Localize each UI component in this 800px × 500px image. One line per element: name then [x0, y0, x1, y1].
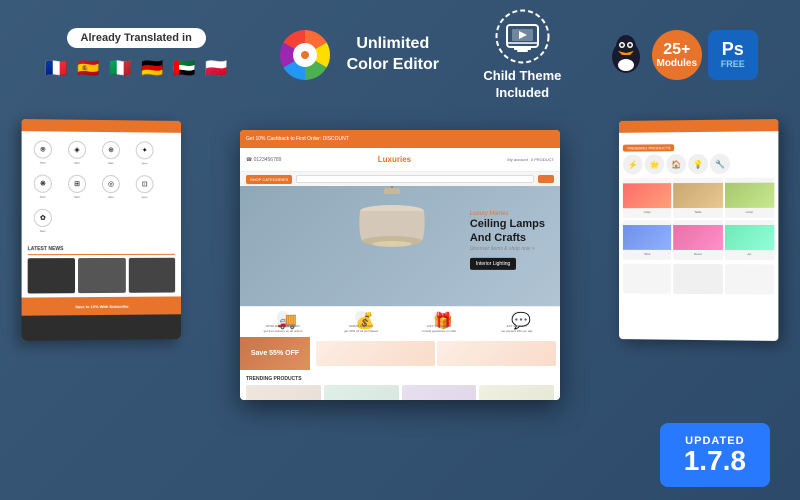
feature-translated: Already Translated in 🇫🇷 🇪🇸 🇮🇹 🇩🇪 🇦🇪 🇵🇱 — [42, 28, 230, 82]
screenshot-left: ⊗Item ◈Item ⊕Item ✦Item ❋Item ⊞Item ◎Ite… — [22, 119, 181, 341]
child-theme-text: Child Theme Included — [483, 68, 561, 102]
sc-logo: Luxuries — [378, 155, 411, 164]
sc-promo-left: Save 55% OFF — [240, 337, 310, 370]
sc-left-footer — [22, 314, 181, 341]
updated-version: 1.7.8 — [684, 447, 746, 475]
sc-left-news-title: LATEST NEWS — [28, 246, 175, 255]
sc-top-bar: Get 10% Cashback to First Order: DISCOUN… — [240, 130, 560, 148]
flag-pl: 🇵🇱 — [202, 54, 230, 82]
ps-badge: Ps FREE — [708, 30, 758, 80]
updated-badge: UPDATED 1.7.8 — [660, 423, 770, 487]
child-theme-icon — [495, 9, 550, 64]
sc-promo-section: Save 55% OFF — [240, 337, 560, 372]
screenshots-section: ⊗Item ◈Item ⊕Item ✦Item ❋Item ⊞Item ◎Ite… — [0, 110, 800, 420]
screenshot-center: Get 10% Cashback to First Order: DISCOUN… — [240, 130, 560, 400]
sc-search: SHOP CATEGORIES — [240, 172, 560, 186]
flags-row: 🇫🇷 🇪🇸 🇮🇹 🇩🇪 🇦🇪 🇵🇱 — [42, 54, 230, 82]
sc-hero: Luxury Homes Ceiling Lamps And Crafts Di… — [240, 186, 560, 306]
bottom-bar: UPDATED 1.7.8 — [0, 420, 800, 500]
sc-left-news-items — [28, 258, 175, 294]
translated-badge: Already Translated in — [67, 28, 206, 48]
color-editor-text: Unlimited Color Editor — [347, 34, 439, 76]
sc-left-news: LATEST NEWS — [22, 242, 181, 298]
puffin-icon — [606, 35, 646, 75]
screenshot-right: TRENDING PRODUCTS ⚡ 🌟 🏠 💡 🔧 Chair — [619, 119, 778, 341]
features-bar: Already Translated in 🇫🇷 🇪🇸 🇮🇹 🇩🇪 🇦🇪 🇵🇱 — [0, 0, 800, 110]
sc-hero-title: Ceiling Lamps And Crafts — [470, 217, 545, 246]
flag-it: 🇮🇹 — [106, 54, 134, 82]
sc-promo-right — [312, 337, 560, 370]
sc-nav: ☎ 0123456789 Luxuries My account 0 PRODU… — [240, 148, 560, 172]
feature-color: Unlimited Color Editor — [275, 25, 439, 85]
main-container: Already Translated in 🇫🇷 🇪🇸 🇮🇹 🇩🇪 🇦🇪 🇵🇱 — [0, 0, 800, 500]
color-wheel-icon — [275, 25, 335, 85]
feature-modules: 25+ Modules Ps FREE — [606, 30, 758, 80]
modules-badges: 25+ Modules Ps FREE — [606, 30, 758, 80]
sc-products-section: TRENDING PRODUCTS — [240, 372, 560, 400]
sc-products-row — [246, 385, 554, 400]
sc-right-products: TRENDING PRODUCTS ⚡ 🌟 🏠 💡 🔧 Chair — [619, 131, 778, 298]
sc-left-icons: ⊗Item ◈Item ⊕Item ✦Item ❋Item ⊞Item ◎Ite… — [22, 131, 181, 242]
feature-child: Child Theme Included — [483, 9, 561, 102]
sc-features-row: 🚚WORLDWIDE DELIVERYget free delivery on … — [240, 306, 560, 337]
flag-es: 🇪🇸 — [74, 54, 102, 82]
flag-ae: 🇦🇪 — [170, 54, 198, 82]
flag-fr: 🇫🇷 — [42, 54, 70, 82]
modules-count-badge: 25+ Modules — [652, 30, 702, 80]
sc-right-products-grid: Chair Table Lamp Vase — [623, 178, 774, 261]
sc-hero-text: Luxury Homes Ceiling Lamps And Crafts Di… — [470, 211, 545, 270]
sc-left-banner: Save to 10% With Subscribe — [22, 296, 181, 315]
flag-de: 🇩🇪 — [138, 54, 166, 82]
sc-lamp — [352, 186, 432, 271]
